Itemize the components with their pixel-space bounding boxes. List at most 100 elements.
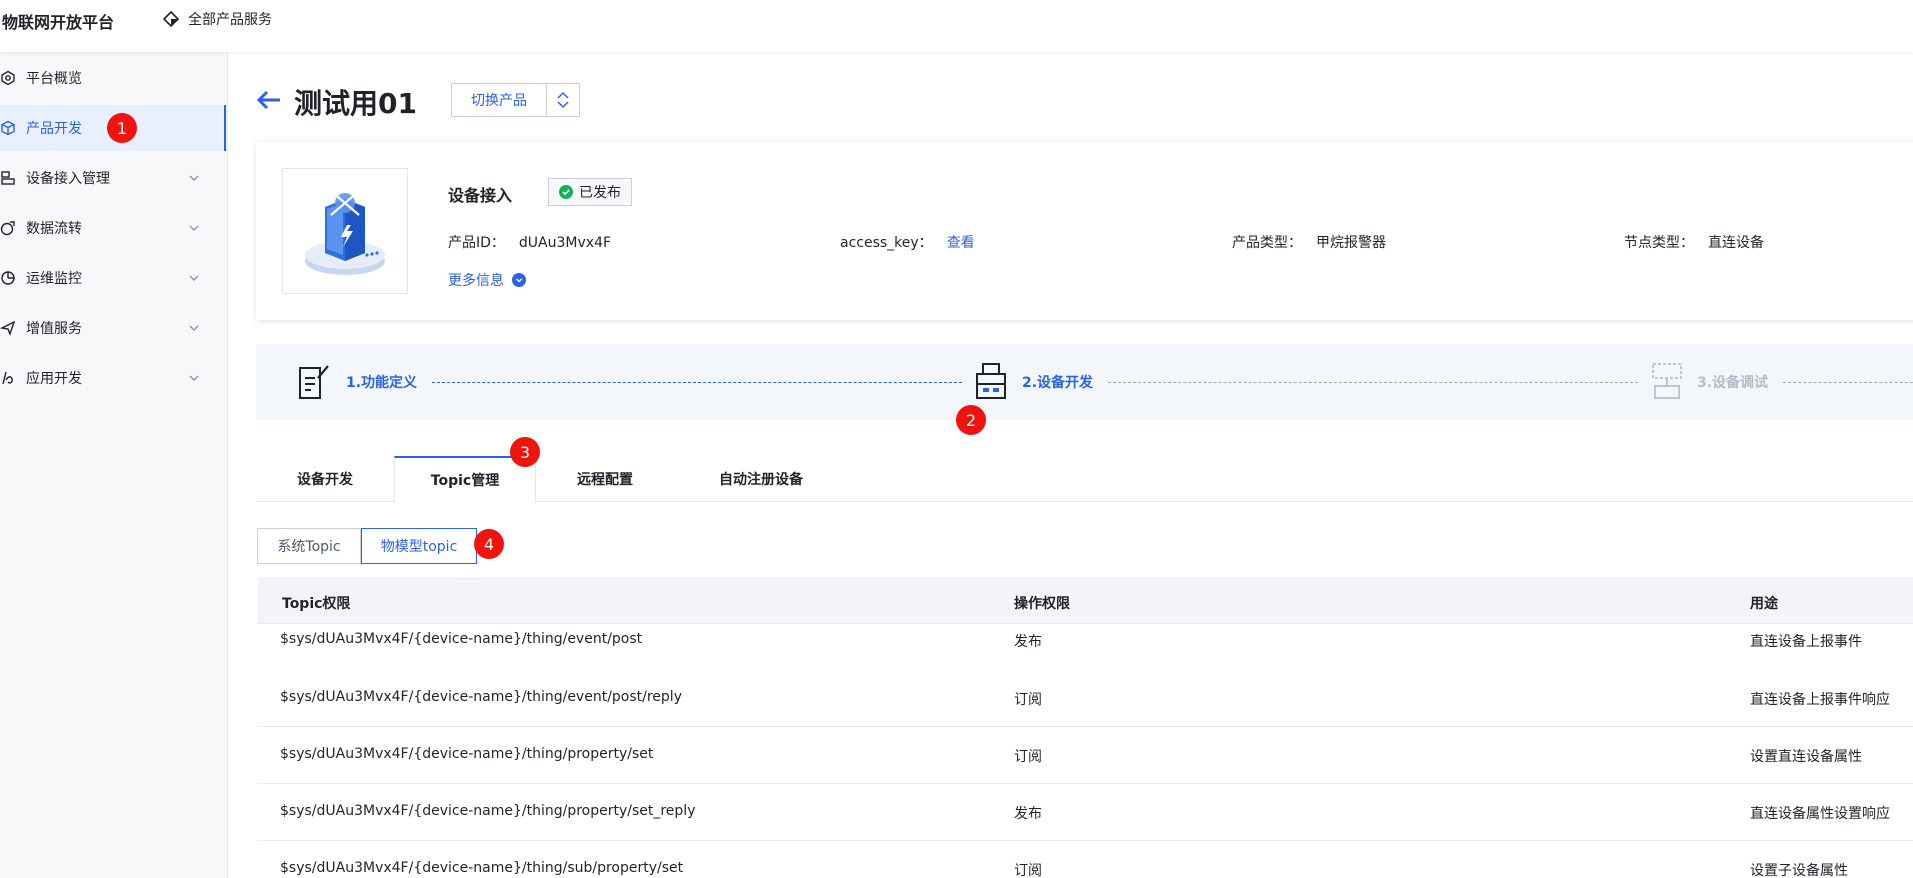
field-access-key: access_key： 查看 (840, 232, 975, 252)
top-bar: 物联网开放平台 全部产品服务 (0, 0, 1913, 52)
all-products-menu[interactable]: 全部产品服务 (162, 9, 272, 29)
annotation-badge-2: 2 (956, 405, 986, 435)
document-edit-icon (299, 365, 329, 399)
device-access-icon (1, 171, 15, 185)
sidebar-item-app-dev[interactable]: 应用开发 (0, 355, 226, 401)
column-topic-permission: Topic权限 (282, 596, 351, 612)
switch-product-control[interactable]: 切换产品 (451, 83, 580, 117)
tab-bar: 设备开发 Topic管理 远程配置 自动注册设备 (256, 456, 1913, 503)
step-2-label[interactable]: 2.设备开发 (1022, 372, 1093, 392)
product-image (282, 168, 408, 294)
step-1-label[interactable]: 1.功能定义 (346, 372, 417, 392)
page-title: 测试用01 (294, 87, 417, 120)
brand-title[interactable]: 物联网开放平台 (2, 9, 114, 33)
topic-cell: $sys/dUAu3Mvx4F/{device-name}/thing/prop… (280, 803, 696, 819)
field-label: access_key： (840, 235, 933, 251)
sidebar-item-label: 产品开发 (26, 121, 82, 137)
table-header: Topic权限 操作权限 用途 (258, 578, 1913, 624)
chevron-up-down-icon (557, 91, 569, 109)
chevron-down-icon (189, 275, 199, 281)
table-row: $sys/dUAu3Mvx4F/{device-name}/thing/prop… (258, 784, 1913, 841)
purpose-cell: 设置子设备属性 (1750, 863, 1848, 878)
status-label: 已发布 (579, 185, 621, 201)
field-value: 直连设备 (1708, 235, 1764, 251)
field-node-type: 节点类型： 直连设备 (1624, 232, 1764, 252)
step-connector-1 (432, 382, 962, 383)
sidebar-item-ops-monitor[interactable]: 运维监控 (0, 255, 226, 301)
step-3-label[interactable]: 3.设备调试 (1697, 372, 1768, 392)
product-info-card: 设备接入 已发布 产品ID： dUAu3Mvx4F access_key： 查看 产… (256, 142, 1913, 320)
purpose-cell: 直连设备属性设置响应 (1750, 806, 1890, 822)
subtab-system-topic[interactable]: 系统Topic (257, 528, 361, 564)
back-arrow-icon[interactable] (256, 88, 282, 112)
send-icon (0, 320, 16, 336)
chevron-down-icon (189, 225, 199, 231)
purpose-cell: 直连设备上报事件响应 (1750, 692, 1890, 708)
operation-cell: 订阅 (1014, 863, 1042, 878)
sidebar: 平台概览 产品开发 设备接入管理 数据流转 运维监控 增值服务 应用开发 (0, 52, 228, 878)
all-products-label: 全部产品服务 (188, 12, 272, 28)
field-label: 产品ID： (448, 235, 505, 251)
purpose-cell: 直连设备上报事件 (1750, 634, 1862, 650)
monitor-icon (1, 271, 15, 285)
operation-cell: 发布 (1014, 634, 1042, 650)
annotation-badge-1: 1 (107, 113, 137, 143)
column-purpose: 用途 (1750, 596, 1778, 612)
topic-cell: $sys/dUAu3Mvx4F/{device-name}/thing/even… (280, 631, 643, 647)
purpose-cell: 设置直连设备属性 (1750, 749, 1862, 765)
sidebar-item-label: 数据流转 (26, 221, 82, 237)
tab-remote-config[interactable]: 远程配置 (536, 456, 674, 502)
field-label: 节点类型： (1624, 235, 1694, 251)
operation-cell: 发布 (1014, 806, 1042, 822)
device-illustration-icon (305, 190, 385, 275)
sidebar-item-overview[interactable]: 平台概览 (0, 55, 226, 101)
step-connector-3 (1783, 382, 1913, 383)
tab-auto-register[interactable]: 自动注册设备 (674, 456, 848, 502)
diamond-icon (162, 10, 180, 28)
column-operation-permission: 操作权限 (1014, 596, 1070, 612)
field-product-id: 产品ID： dUAu3Mvx4F (448, 232, 611, 252)
operation-cell: 订阅 (1014, 749, 1042, 765)
app-dev-icon (2, 371, 13, 385)
sidebar-item-value-added[interactable]: 增值服务 (0, 305, 226, 351)
chevron-down-circle-icon (512, 273, 526, 287)
cube-icon (1, 120, 15, 136)
topic-cell: $sys/dUAu3Mvx4F/{device-name}/thing/sub/… (280, 860, 684, 876)
product-name: 设备接入 (448, 186, 513, 205)
annotation-badge-4: 4 (474, 529, 504, 559)
operation-cell: 订阅 (1014, 692, 1042, 708)
more-info-toggle[interactable]: 更多信息 (448, 270, 526, 290)
device-debug-icon (1652, 363, 1682, 399)
device-dev-icon (976, 363, 1006, 399)
table-row: $sys/dUAu3Mvx4F/{device-name}/thing/sub/… (258, 841, 1913, 878)
switch-arrows[interactable] (547, 84, 579, 116)
sidebar-item-label: 应用开发 (26, 371, 82, 387)
table-row: $sys/dUAu3Mvx4F/{device-name}/thing/prop… (258, 727, 1913, 784)
annotation-badge-3: 3 (510, 437, 540, 467)
step-connector-2 (1108, 382, 1638, 383)
topic-cell: $sys/dUAu3Mvx4F/{device-name}/thing/even… (280, 689, 682, 705)
switch-product-button[interactable]: 切换产品 (452, 84, 547, 116)
sidebar-item-label: 增值服务 (26, 321, 82, 337)
more-info-label: 更多信息 (448, 273, 504, 289)
chevron-down-icon (189, 375, 199, 381)
tab-device-dev[interactable]: 设备开发 (256, 456, 394, 502)
sidebar-item-data-flow[interactable]: 数据流转 (0, 205, 226, 251)
data-flow-icon (0, 221, 15, 236)
field-label: 产品类型： (1232, 235, 1302, 251)
subtab-model-topic[interactable]: 物模型topic (361, 528, 477, 564)
field-product-type: 产品类型： 甲烷报警器 (1232, 232, 1386, 252)
sidebar-item-label: 平台概览 (26, 71, 82, 87)
field-value: 甲烷报警器 (1316, 235, 1386, 251)
table-row: $sys/dUAu3Mvx4F/{device-name}/thing/even… (258, 670, 1913, 727)
progress-steps: 1.功能定义 2.设备开发 3.设备调试 (256, 344, 1913, 420)
overview-icon (1, 70, 15, 86)
sidebar-item-label: 运维监控 (26, 271, 82, 287)
chevron-down-icon (189, 175, 199, 181)
sidebar-item-label: 设备接入管理 (26, 171, 110, 187)
sidebar-item-device-access[interactable]: 设备接入管理 (0, 155, 226, 201)
chevron-down-icon (189, 325, 199, 331)
field-value: dUAu3Mvx4F (518, 235, 612, 251)
view-access-key-link[interactable]: 查看 (947, 235, 975, 251)
check-circle-icon (559, 185, 573, 199)
